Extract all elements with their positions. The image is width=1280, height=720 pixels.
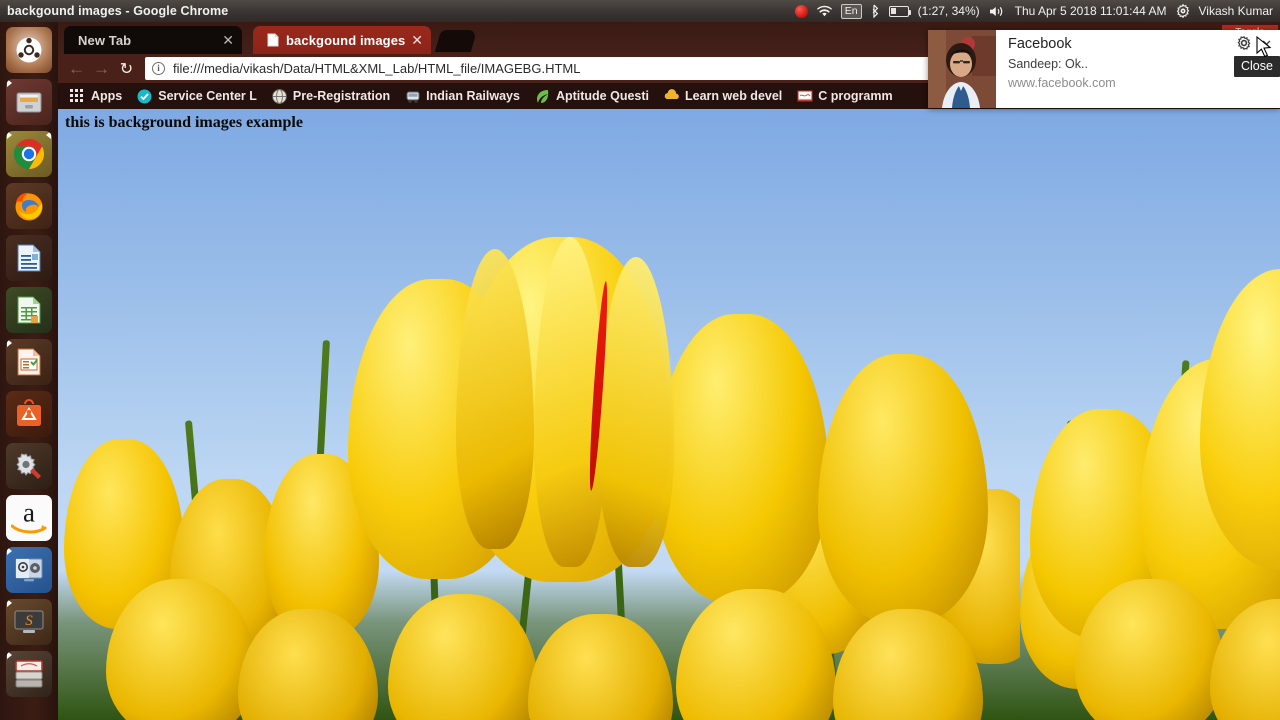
page-viewport: this is background images example xyxy=(58,109,1280,720)
launcher-item-libreoffice-impress[interactable] xyxy=(6,339,52,385)
launcher-item-ubuntu-dash[interactable] xyxy=(6,27,52,73)
background-image-tile xyxy=(1020,109,1280,720)
arrow-left-icon[interactable]: ← xyxy=(64,56,89,81)
wifi-icon[interactable] xyxy=(816,5,832,18)
avatar xyxy=(928,30,996,108)
tab-label: backgound images xyxy=(286,32,406,48)
record-dot-icon[interactable] xyxy=(794,4,808,18)
keyboard-layout-indicator[interactable]: En xyxy=(840,3,862,19)
bookmark-label: Indian Railways xyxy=(426,89,520,103)
ubuntu-logo-icon xyxy=(6,27,52,73)
chrome-window: New Tab ✕ backgound images ✕ ← → ↻ i fil… xyxy=(58,22,1280,720)
calc-icon xyxy=(6,287,52,333)
mouse-cursor xyxy=(1256,35,1272,64)
bookmark-label: Aptitude Questi xyxy=(555,89,650,103)
bookmark-service-center[interactable]: Service Center L xyxy=(131,85,263,107)
new-tab-icon[interactable] xyxy=(434,30,478,52)
book-icon xyxy=(797,89,813,104)
launcher-item-ubuntu-software[interactable] xyxy=(6,391,52,437)
amazon-icon: a xyxy=(6,495,52,541)
firefox-icon xyxy=(6,183,52,229)
leaf-icon xyxy=(535,89,550,104)
writer-icon xyxy=(6,235,52,281)
train-icon xyxy=(405,89,420,104)
reload-icon[interactable]: ↻ xyxy=(114,56,139,81)
notification-source: www.facebook.com xyxy=(1008,76,1116,90)
bookmark-apps[interactable]: Apps xyxy=(64,85,128,107)
tab-backgound-images[interactable]: backgound images ✕ xyxy=(253,26,431,54)
bookmark-learn-web-dev[interactable]: Learn web devel xyxy=(658,85,788,107)
bookmark-label: C programm xyxy=(818,89,893,103)
globe-icon xyxy=(271,88,287,104)
document-icon xyxy=(267,33,279,47)
clock[interactable]: Thu Apr 5 2018 11:01:44 AM xyxy=(1015,4,1167,18)
system-settings-icon xyxy=(6,443,52,489)
bookmark-label: Pre-Registration xyxy=(292,89,391,103)
cloud-icon xyxy=(664,88,679,104)
unity-launcher: a S xyxy=(0,22,58,720)
battery-status: (1:27, 34%) xyxy=(917,4,980,18)
google-chrome-icon xyxy=(6,131,52,177)
bookmark-label: Service Center L xyxy=(158,89,257,103)
screen-recorder-icon: S xyxy=(6,599,52,645)
bookmark-indian-railways[interactable]: Indian Railways xyxy=(399,85,526,107)
apps-grid-icon xyxy=(70,88,85,104)
facebook-notification[interactable]: Facebook Sandeep: Ok.. www.facebook.com … xyxy=(928,30,1280,108)
launcher-item-workspace-switcher[interactable] xyxy=(6,651,52,697)
notification-title: Facebook xyxy=(1008,36,1072,52)
close-icon[interactable]: ✕ xyxy=(222,33,234,47)
launcher-item-libreoffice-writer[interactable] xyxy=(6,235,52,281)
close-icon[interactable]: ✕ xyxy=(411,33,423,47)
notification-message: Sandeep: Ok.. xyxy=(1008,57,1088,71)
svg-text:S: S xyxy=(25,613,33,629)
tab-label: New Tab xyxy=(78,32,132,48)
background-image-tile xyxy=(58,109,1020,720)
info-circle-icon[interactable]: i xyxy=(152,62,165,75)
software-center-icon xyxy=(6,391,52,437)
battery-icon[interactable] xyxy=(888,5,912,17)
bluetooth-icon[interactable] xyxy=(871,4,880,18)
bookmark-label: Learn web devel xyxy=(685,89,783,103)
launcher-item-files[interactable] xyxy=(6,79,52,125)
check-circle-icon xyxy=(137,89,152,104)
bookmark-pre-registration[interactable]: Pre-Registration xyxy=(266,85,396,107)
arrow-right-icon[interactable]: → xyxy=(89,56,114,81)
user-name[interactable]: Vikash Kumar xyxy=(1199,4,1273,18)
gear-icon[interactable] xyxy=(1237,35,1251,52)
bookmark-aptitude-questions[interactable]: Aptitude Questi xyxy=(529,85,655,107)
launcher-item-libreoffice-calc[interactable] xyxy=(6,287,52,333)
url-text: file:///media/vikash/Data/HTML&XML_Lab/H… xyxy=(173,61,581,76)
volume-icon[interactable] xyxy=(989,5,1006,18)
ubuntu-top-panel: backgound images - Google Chrome En (1:2… xyxy=(0,0,1280,22)
page-heading: this is background images example xyxy=(65,114,303,131)
system-tray: En (1:27, 34%) Thu Apr 5 2018 11:01:44 A… xyxy=(794,3,1280,19)
impress-icon xyxy=(6,339,52,385)
media-player-icon xyxy=(6,547,52,593)
file-manager-icon xyxy=(6,79,52,125)
launcher-item-simplescreenrecorder[interactable]: S xyxy=(6,599,52,645)
bookmark-label: Apps xyxy=(91,89,123,103)
workspace-icon xyxy=(6,651,52,697)
bookmark-c-programming[interactable]: C programm xyxy=(791,85,898,107)
launcher-item-chrome[interactable] xyxy=(6,131,52,177)
window-title: backgound images - Google Chrome xyxy=(7,4,229,18)
launcher-item-system-settings[interactable] xyxy=(6,443,52,489)
tab-new-tab[interactable]: New Tab ✕ xyxy=(64,26,242,54)
launcher-item-media-player[interactable] xyxy=(6,547,52,593)
launcher-item-firefox[interactable] xyxy=(6,183,52,229)
launcher-item-amazon[interactable]: a xyxy=(6,495,52,541)
gear-icon[interactable] xyxy=(1176,4,1190,18)
